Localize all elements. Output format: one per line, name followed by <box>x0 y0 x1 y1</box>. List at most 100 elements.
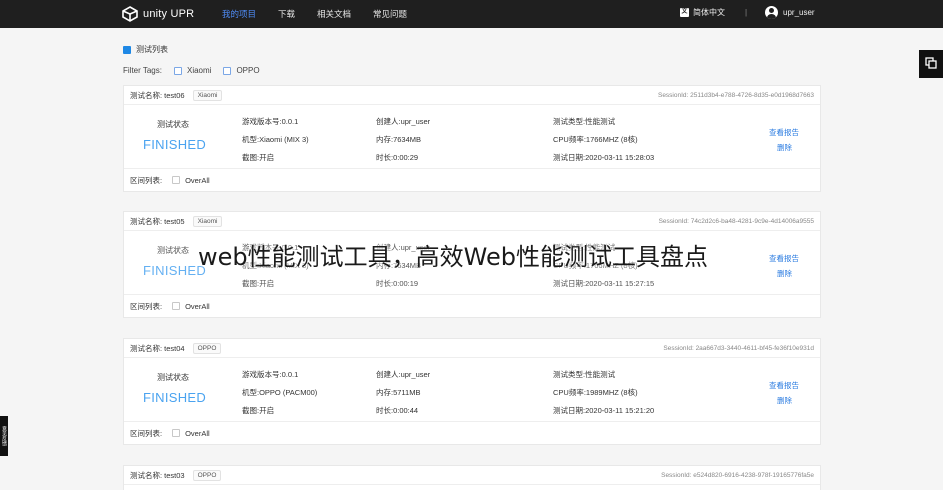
delete-link[interactable]: 删除 <box>777 268 792 279</box>
overall-option[interactable]: OverAll <box>172 429 210 438</box>
overall-label: OverAll <box>185 428 210 438</box>
test-name: 测试名称: test04 <box>130 343 185 353</box>
checkbox-icon[interactable] <box>172 176 181 184</box>
overall-label: OverAll <box>185 175 210 185</box>
checkbox-icon[interactable] <box>172 429 181 437</box>
overall-label: OverAll <box>185 301 210 311</box>
memory: 内存:7634MB <box>376 135 422 144</box>
overlay-caption: web性能测试工具，高效Web性能测试工具盘点 <box>198 243 708 271</box>
list-marker-icon <box>123 45 131 54</box>
card-header: 测试名称: test04 OPPO SessionId: 2aa667d3-34… <box>124 339 820 358</box>
duration: 时长:0:00:19 <box>376 279 419 288</box>
filter-option-label: Xiaomi <box>186 66 212 75</box>
user-menu[interactable]: upr_user <box>765 6 815 19</box>
device-model: 机型:OPPO (PACM00) <box>242 388 318 397</box>
filter-option-oppo[interactable]: OPPO <box>223 66 260 75</box>
test-type: 测试类型:性能测试 <box>553 370 616 379</box>
copy-button[interactable] <box>919 50 943 78</box>
view-report-link[interactable]: 查看报告 <box>769 253 799 264</box>
language-label: 简体中文 <box>693 8 725 17</box>
test-type: 测试类型:性能测试 <box>553 117 616 126</box>
feedback-tab[interactable]: 意见反馈 <box>0 416 8 456</box>
language-icon: 文 <box>680 8 689 17</box>
card-footer: 区间列表: OverAll <box>124 295 820 317</box>
nav-separator: | <box>745 8 748 17</box>
game-version: 游戏版本号:0.0.1 <box>242 117 299 126</box>
nav-download[interactable]: 下载 <box>278 8 295 20</box>
status-label: 测试状态 <box>157 246 189 255</box>
card-header: 测试名称: test05 Xiaomi SessionId: 74c2d2c6-… <box>124 212 820 231</box>
session-id: SessionId: e524d820-6916-4238-978f-19165… <box>661 471 814 479</box>
card-header: 测试名称: test03 OPPO SessionId: e524d820-69… <box>124 466 820 485</box>
test-name: 测试名称: test05 <box>130 216 185 226</box>
creator: 创建人:upr_user <box>376 117 431 126</box>
unity-logo-icon <box>122 6 138 22</box>
logo-text: unity UPR <box>143 8 195 20</box>
test-card: 测试名称: test03 OPPO SessionId: e524d820-69… <box>123 465 821 490</box>
main-nav: 我的项目 下载 相关文档 常见问题 <box>222 8 407 20</box>
cpu-frequency: CPU频率:1989MHZ (8核) <box>553 388 638 397</box>
card-body: 测试状态 FINISHED 游戏版本号:0.0.1 机型:OPPO (PACM0… <box>124 358 820 422</box>
view-report-link[interactable]: 查看报告 <box>769 127 799 138</box>
list-title: 测试列表 <box>123 44 168 55</box>
status-value: FINISHED <box>143 390 207 405</box>
top-nav-bar: unity UPR 我的项目 下载 相关文档 常见问题 文 简体中文 | upr… <box>0 0 943 28</box>
device-tag: OPPO <box>192 342 222 354</box>
duration: 时长:0:00:44 <box>376 406 419 415</box>
delete-link[interactable]: 删除 <box>777 395 792 406</box>
test-name: 测试名称: test03 <box>130 470 185 480</box>
card-body: 测试状态 FINISHED 游戏版本号:0.0.1 机型:Xiaomi (MIX… <box>124 105 820 169</box>
card-header: 测试名称: test06 Xiaomi SessionId: 2511d3b4-… <box>124 86 820 105</box>
device-model: 机型:Xiaomi (MIX 3) <box>242 135 309 144</box>
range-label: 区间列表: <box>130 301 163 311</box>
checkbox-icon[interactable] <box>173 66 182 75</box>
nav-faq[interactable]: 常见问题 <box>373 8 407 20</box>
test-card: 测试名称: test06 Xiaomi SessionId: 2511d3b4-… <box>123 85 821 192</box>
view-report-link[interactable]: 查看报告 <box>769 380 799 391</box>
session-id: SessionId: 2511d3b4-e788-4726-8d35-e0d19… <box>657 91 814 99</box>
card-footer: 区间列表: OverAll <box>124 422 820 444</box>
avatar-icon <box>765 6 778 19</box>
creator: 创建人:upr_user <box>376 370 431 379</box>
delete-link[interactable]: 删除 <box>777 142 792 153</box>
screenshot-setting: 截图:开启 <box>242 279 275 288</box>
status-value: FINISHED <box>143 137 207 152</box>
status-label: 测试状态 <box>157 120 189 129</box>
test-card: 测试名称: test04 OPPO SessionId: 2aa667d3-34… <box>123 338 821 445</box>
checkbox-icon[interactable] <box>223 66 232 75</box>
copy-icon <box>925 57 937 71</box>
session-id: SessionId: 2aa667d3-3440-4611-bf45-fe36f… <box>663 344 814 352</box>
device-tag: Xiaomi <box>192 215 223 227</box>
device-tag: Xiaomi <box>192 89 223 101</box>
game-version: 游戏版本号:0.0.1 <box>242 370 299 379</box>
range-label: 区间列表: <box>130 175 163 185</box>
logo[interactable]: unity UPR <box>122 6 194 22</box>
session-id: SessionId: 74c2d2c6-ba48-4281-9c9e-4d140… <box>658 217 814 225</box>
screenshot-setting: 截图:开启 <box>242 153 275 162</box>
cpu-frequency: CPU频率:1766MHZ (8核) <box>553 135 638 144</box>
test-date: 测试日期:2020-03-11 15:28:03 <box>553 153 655 162</box>
overall-option[interactable]: OverAll <box>172 176 210 185</box>
user-name: upr_user <box>783 8 815 17</box>
filter-label: Filter Tags: <box>123 66 162 75</box>
filter-option-label: OPPO <box>236 66 260 75</box>
screenshot-setting: 截图:开启 <box>242 406 275 415</box>
nav-docs[interactable]: 相关文档 <box>317 8 351 20</box>
filter-tags: Filter Tags: Xiaomi OPPO <box>123 66 260 75</box>
checkbox-icon[interactable] <box>172 302 181 310</box>
filter-option-xiaomi[interactable]: Xiaomi <box>173 66 212 75</box>
test-date: 测试日期:2020-03-11 15:27:15 <box>553 279 655 288</box>
duration: 时长:0:00:29 <box>376 153 419 162</box>
memory: 内存:5711MB <box>376 388 421 397</box>
status-label: 测试状态 <box>157 373 189 382</box>
range-label: 区间列表: <box>130 428 163 438</box>
language-switcher[interactable]: 文 简体中文 <box>680 7 725 18</box>
test-name: 测试名称: test06 <box>130 90 185 100</box>
card-footer: 区间列表: OverAll <box>124 169 820 191</box>
test-date: 测试日期:2020-03-11 15:21:20 <box>553 406 655 415</box>
list-title-text: 测试列表 <box>136 45 168 54</box>
device-tag: OPPO <box>192 469 222 481</box>
overall-option[interactable]: OverAll <box>172 302 210 311</box>
nav-my-projects[interactable]: 我的项目 <box>222 8 256 20</box>
status-value: FINISHED <box>143 263 207 278</box>
